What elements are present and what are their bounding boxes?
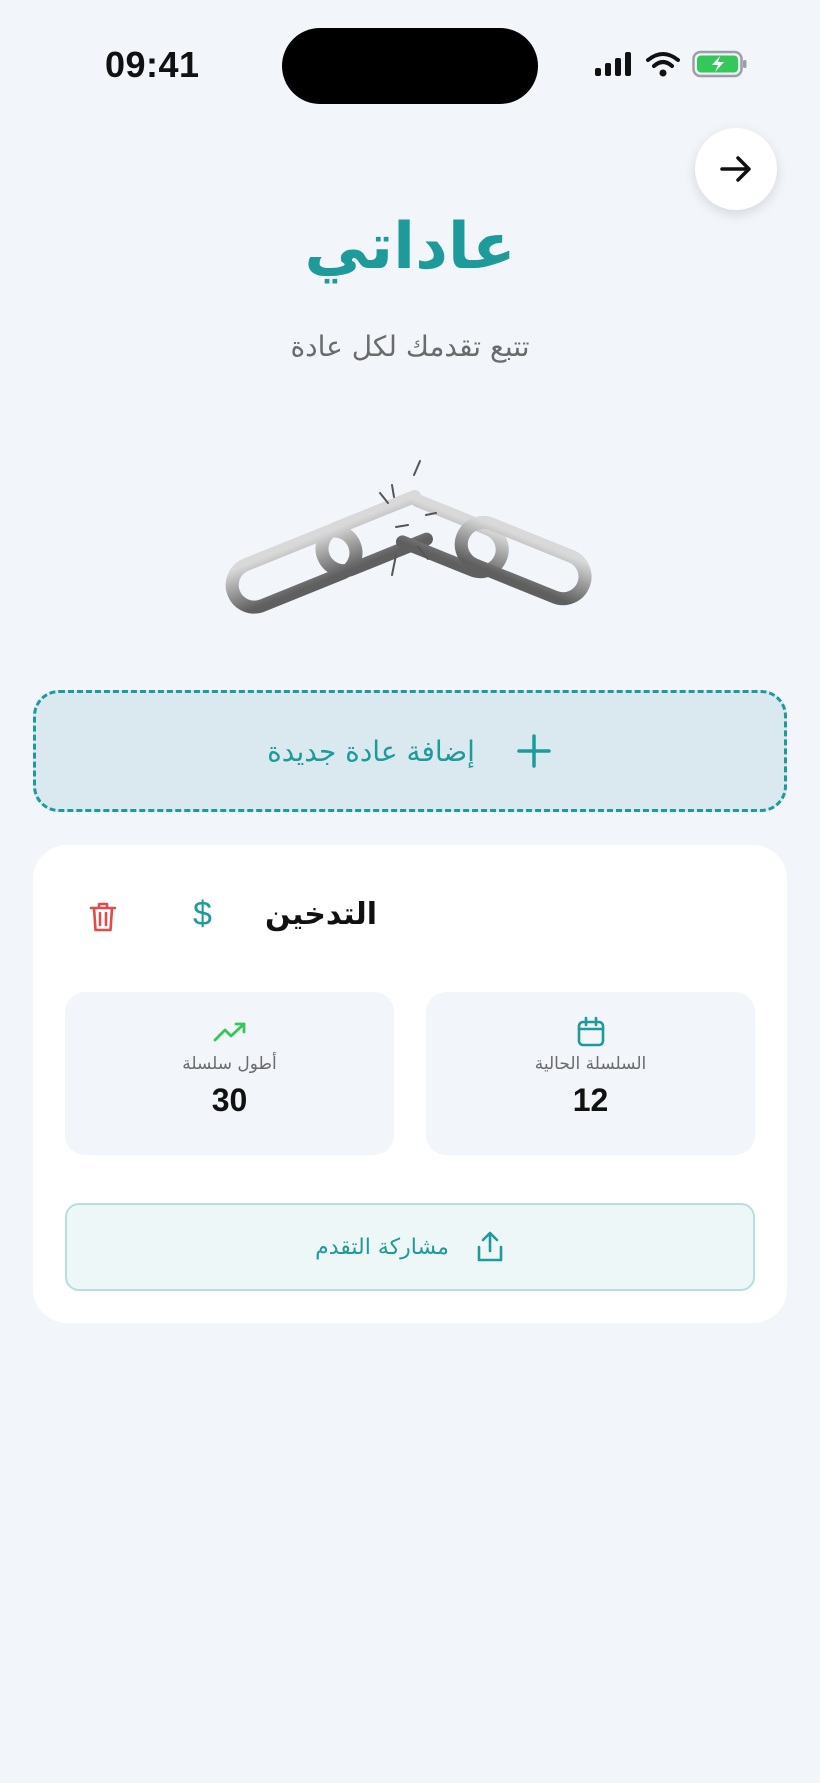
plus-icon	[517, 734, 551, 768]
habits-screen: 09:41 عاداتي تتبع تقدمك لكل عادة إضافة ع…	[0, 0, 820, 1783]
share-icon	[477, 1231, 503, 1262]
broken-chain-icon	[225, 460, 592, 614]
signal-icon	[595, 52, 631, 76]
page-subtitle: تتبع تقدمك لكل عادة	[290, 330, 530, 363]
longest-streak-value: 30	[211, 1082, 248, 1118]
add-habit-button[interactable]: إضافة عادة جديدة	[33, 690, 787, 812]
longest-streak-label: أطول سلسلة	[182, 1054, 277, 1074]
current-streak-card: السلسلة الحالية 12	[426, 992, 755, 1155]
habit-card: التدخين $ السلسلة الحالية 12 أطول سلسلة …	[33, 845, 787, 1323]
arrow-right-icon	[720, 156, 751, 182]
add-habit-label: إضافة عادة جديدة	[267, 734, 475, 768]
dynamic-island	[282, 28, 538, 104]
longest-streak-card: أطول سلسلة 30	[65, 992, 394, 1155]
delete-habit-button[interactable]	[88, 901, 118, 937]
share-progress-button[interactable]: مشاركة التقدم	[65, 1203, 755, 1291]
wifi-icon	[646, 52, 680, 77]
page-title: عاداتي	[304, 210, 516, 284]
habit-name: التدخين	[265, 897, 377, 932]
dollar-icon: $	[193, 895, 212, 933]
current-streak-label: السلسلة الحالية	[534, 1054, 647, 1074]
status-icons	[594, 50, 748, 78]
trash-icon	[89, 902, 117, 932]
status-time: 09:41	[105, 44, 200, 85]
current-streak-value: 12	[572, 1082, 609, 1118]
trending-up-icon	[213, 1022, 245, 1042]
battery-charging-icon	[692, 50, 747, 78]
share-progress-label: مشاركة التقدم	[315, 1234, 449, 1260]
calendar-icon	[577, 1016, 604, 1047]
back-button[interactable]	[695, 128, 777, 210]
